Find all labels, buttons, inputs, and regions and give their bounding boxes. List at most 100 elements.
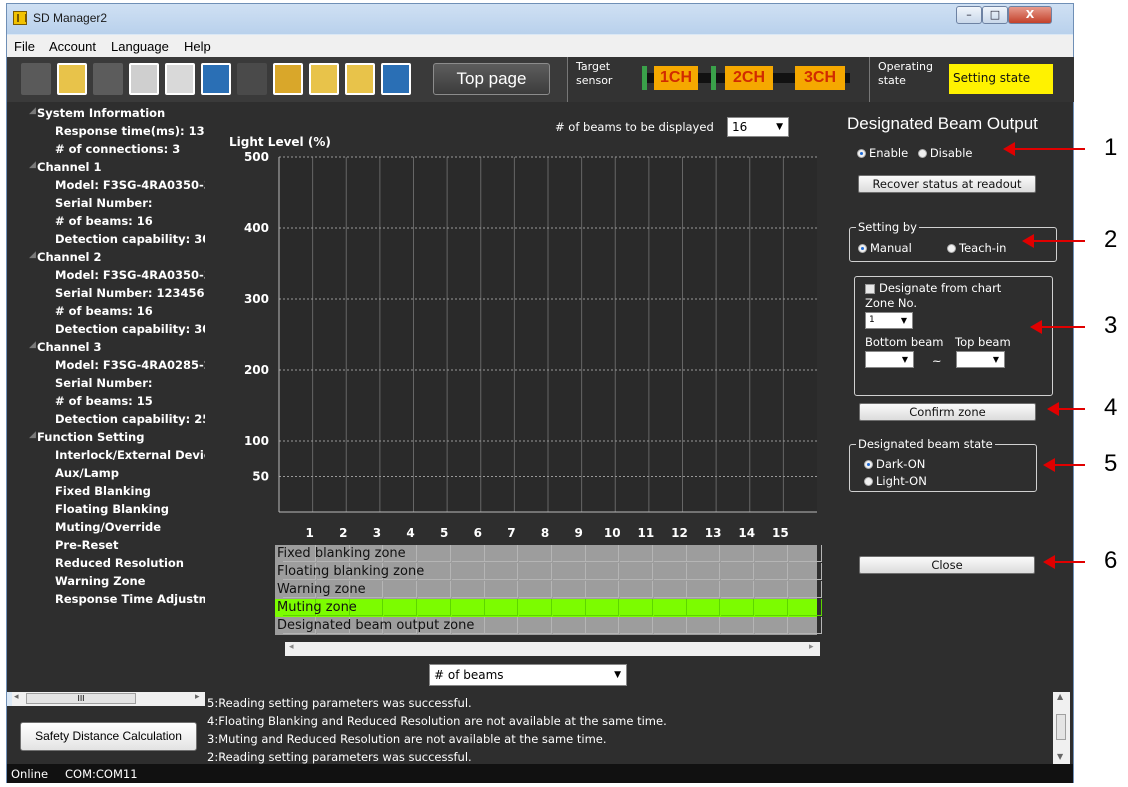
scroll-left-icon[interactable]: ◂ (14, 692, 19, 702)
zone-cell[interactable] (687, 617, 721, 634)
zone-cell[interactable] (552, 581, 586, 598)
tree-item[interactable]: Interlock/External Device (55, 448, 205, 462)
zone-cell[interactable] (518, 563, 552, 580)
scroll-left-icon[interactable]: ◂ (289, 642, 294, 652)
teach-in-radio[interactable]: Teach-in (947, 241, 1006, 255)
zone-cell[interactable] (754, 545, 788, 562)
zone-cell[interactable] (653, 581, 687, 598)
upload-icon[interactable] (309, 63, 339, 95)
tree-item[interactable]: # of beams: 16 (55, 304, 153, 318)
zone-cell[interactable] (721, 545, 755, 562)
connect-icon[interactable] (201, 63, 231, 95)
zone-cell[interactable] (552, 599, 586, 616)
scroll-right-icon[interactable]: ▸ (195, 692, 200, 702)
channel-2ch[interactable]: 2CH (725, 66, 773, 90)
tree-item[interactable]: Detection capability: 30mm (55, 232, 205, 246)
enable-radio[interactable]: Enable (857, 146, 908, 160)
expand-arrow-icon[interactable]: ◢ (29, 340, 36, 350)
top-page-button[interactable]: Top page (433, 63, 550, 95)
zone-cell[interactable] (586, 545, 620, 562)
expand-arrow-icon[interactable]: ◢ (29, 106, 36, 116)
zone-cell[interactable] (620, 563, 653, 580)
zone-cell[interactable] (552, 617, 586, 634)
zone-cell[interactable] (586, 563, 620, 580)
zone-cell[interactable] (788, 599, 822, 616)
zone-cell[interactable] (653, 563, 687, 580)
tree-group[interactable]: ◢ Channel 1 (29, 160, 102, 174)
zone-cell[interactable] (485, 599, 519, 616)
zone-cell[interactable] (384, 599, 418, 616)
new-file-icon[interactable] (21, 63, 51, 95)
tree-item[interactable]: Model: F3SG-4RA0350-30 (55, 178, 205, 192)
tree-item[interactable]: # of beams: 16 (55, 214, 153, 228)
zone-cell[interactable] (788, 581, 822, 598)
menu-help[interactable]: Help (184, 39, 211, 54)
confirm-zone-button[interactable]: Confirm zone (859, 403, 1036, 421)
zone-cell[interactable] (721, 563, 755, 580)
tree-group[interactable]: ◢ Channel 2 (29, 250, 102, 264)
tree-item[interactable]: # of beams: 15 (55, 394, 153, 408)
zone-cell[interactable] (485, 581, 519, 598)
tree-item[interactable]: Serial Number: 12345678 (55, 286, 205, 300)
zone-cell[interactable] (653, 617, 687, 634)
zone-cell[interactable] (518, 581, 552, 598)
chart-horizontal-scrollbar[interactable]: ◂ ▸ (285, 642, 820, 656)
zone-cell[interactable] (518, 599, 552, 616)
channel-3ch[interactable]: 3CH (795, 66, 845, 90)
scroll-up-icon[interactable]: ▲ (1057, 692, 1063, 701)
zone-cell[interactable] (552, 563, 586, 580)
tree-item[interactable]: Pre-Reset (55, 538, 118, 552)
tree-group[interactable]: ◢ Function Setting (29, 430, 144, 444)
maximize-button[interactable]: □ (982, 6, 1008, 24)
expand-arrow-icon[interactable]: ◢ (29, 430, 36, 440)
lock-icon[interactable] (273, 63, 303, 95)
log-vertical-scrollbar[interactable]: ▲ ▼ (1053, 692, 1070, 764)
zone-cell[interactable] (518, 617, 552, 634)
bottom-beam-select[interactable]: ▼ (865, 351, 914, 368)
beams-display-select[interactable]: 16 ▼ (727, 117, 789, 137)
tree-group[interactable]: ◢ System Information (29, 106, 165, 120)
tree-item[interactable]: # of connections: 3 (55, 142, 180, 156)
tree-item[interactable]: Model: F3SG-4RA0285-25 (55, 358, 205, 372)
zone-cell[interactable] (754, 617, 788, 634)
tree-item[interactable]: Muting/Override (55, 520, 161, 534)
zone-cell[interactable] (518, 545, 552, 562)
tree-group[interactable]: ◢ Channel 3 (29, 340, 102, 354)
zone-cell[interactable] (687, 599, 721, 616)
zone-cell[interactable] (620, 617, 653, 634)
zone-cell[interactable] (620, 545, 653, 562)
zone-cell[interactable] (586, 599, 620, 616)
recover-status-button[interactable]: Recover status at readout (858, 175, 1036, 193)
close-window-button[interactable]: X (1008, 6, 1052, 24)
zone-cell[interactable] (485, 563, 519, 580)
scroll-down-icon[interactable]: ▼ (1057, 752, 1063, 761)
menu-account[interactable]: Account (49, 39, 96, 54)
zone-cell[interactable] (687, 545, 721, 562)
zone-cell[interactable] (653, 545, 687, 562)
dark-on-radio[interactable]: Dark-ON (864, 457, 925, 471)
light-on-radio[interactable]: Light-ON (864, 474, 927, 488)
expand-arrow-icon[interactable]: ◢ (29, 250, 36, 260)
zone-cell[interactable] (552, 545, 586, 562)
zone-cell[interactable] (620, 581, 653, 598)
zone-cell[interactable] (653, 599, 687, 616)
tree-item[interactable]: Reduced Resolution (55, 556, 184, 570)
menu-language[interactable]: Language (111, 39, 169, 54)
tree-item[interactable]: Fixed Blanking (55, 484, 151, 498)
tree-item[interactable]: Detection capability: 30mm (55, 322, 205, 336)
manual-radio[interactable]: Manual (858, 241, 912, 255)
zone-cell[interactable] (384, 581, 418, 598)
zone-cell[interactable] (417, 599, 451, 616)
save-to-pc-icon[interactable] (129, 63, 159, 95)
designate-from-chart-checkbox[interactable]: Designate from chart (865, 281, 1001, 295)
zone-cell[interactable] (485, 545, 519, 562)
channel-1ch[interactable]: 1CH (654, 66, 698, 90)
tree-item[interactable]: Floating Blanking (55, 502, 169, 516)
tree-item[interactable]: Aux/Lamp (55, 466, 119, 480)
tree-horizontal-scrollbar[interactable]: ◂ III ▸ (12, 692, 205, 706)
print-icon[interactable] (93, 63, 123, 95)
safety-distance-calculation-button[interactable]: Safety Distance Calculation (20, 722, 197, 751)
zone-cell[interactable] (788, 617, 822, 634)
top-beam-select[interactable]: ▼ (956, 351, 1005, 368)
zone-cell[interactable] (586, 581, 620, 598)
